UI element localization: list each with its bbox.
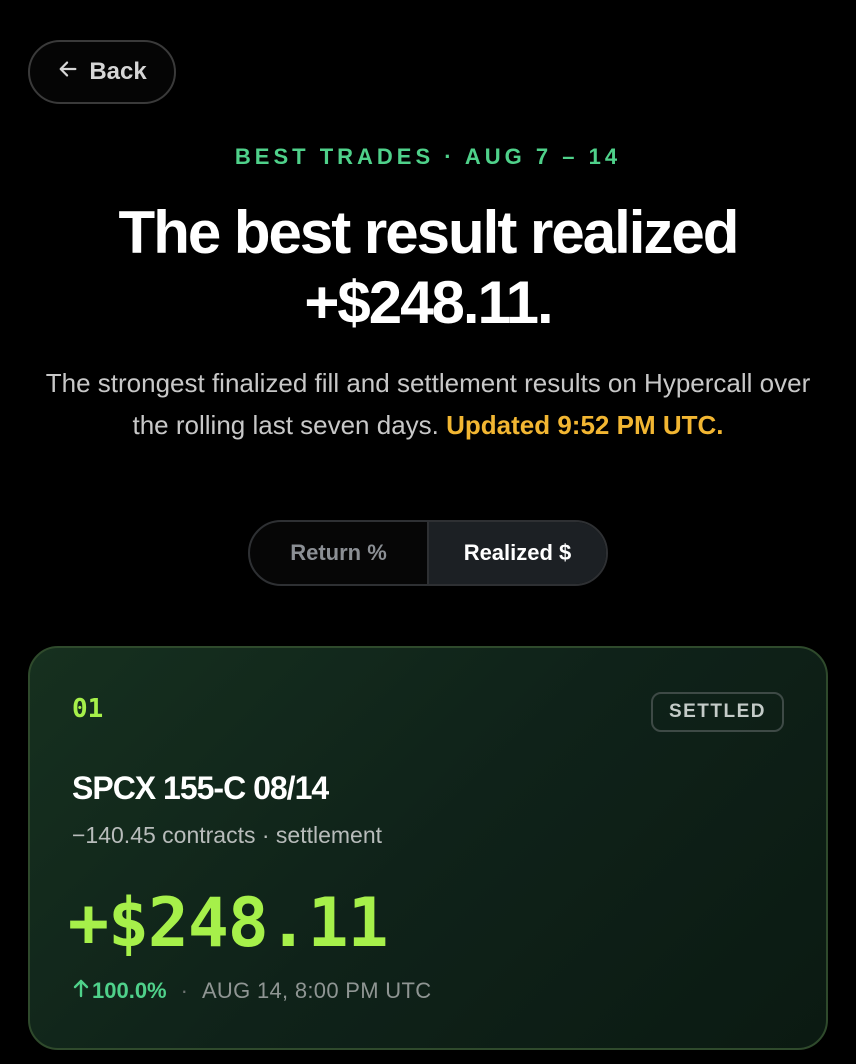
page-title: The best result realized +$248.11. [20,198,836,338]
trade-meta: −140.45 contracts · settlement [72,822,383,848]
updated-timestamp: Updated 9:52 PM UTC. [446,410,724,440]
trade-rank: 01 [72,694,104,724]
eyebrow-label: BEST TRADES · AUG 7 – 14 [234,144,622,169]
back-label: Back [89,58,147,85]
separator-dot: · [180,978,188,1003]
back-button[interactable]: Back [28,40,176,104]
return-value: 100.0% [92,978,167,1003]
best-trades-page: Back BEST TRADES · AUG 7 – 14 The best r… [0,0,856,1064]
trade-footer: 100.0% · AUG 14, 8:00 PM UTC [72,978,431,1004]
settlement-timestamp: AUG 14, 8:00 PM UTC [201,978,432,1003]
return-percent: 100.0% [72,978,167,1004]
metric-toggle: Return % Realized $ [248,520,608,586]
toggle-return-percent[interactable]: Return % [250,522,427,584]
headline-line-2: +$248.11. [304,269,553,336]
arrow-left-icon [57,58,79,87]
status-badge: SETTLED [650,692,784,732]
arrow-up-icon [72,978,90,1004]
toggle-realized-dollars[interactable]: Realized $ [427,522,606,584]
contract-name: SPCX 155-C 08/14 [72,770,329,806]
headline-line-1: The best result realized [118,199,740,266]
realized-pnl: +$248.11 [68,884,389,963]
trade-card[interactable]: 01 SETTLED SPCX 155-C 08/14 −140.45 cont… [28,646,828,1050]
page-subtitle: The strongest finalized fill and settlem… [30,362,826,446]
